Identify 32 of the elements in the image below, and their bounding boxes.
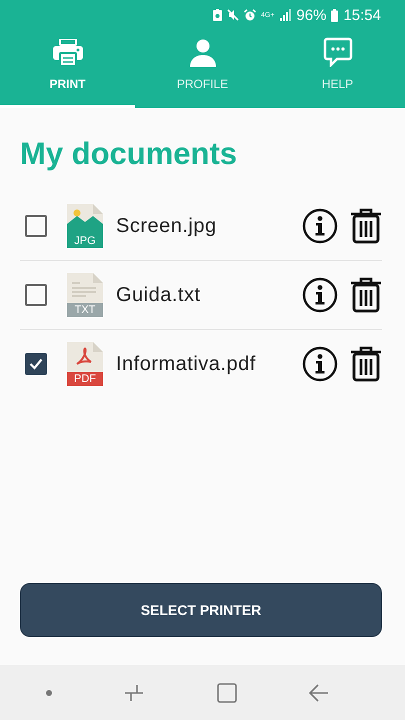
battery-icon xyxy=(331,8,338,22)
home-icon[interactable] xyxy=(216,682,237,702)
checkbox[interactable] xyxy=(25,284,47,306)
signal-icon xyxy=(279,9,292,21)
chat-icon xyxy=(322,37,352,67)
battery-saver-icon xyxy=(212,9,222,21)
back-icon[interactable] xyxy=(308,684,329,702)
battery-percent: 96% xyxy=(296,6,326,24)
page-title: My documents xyxy=(20,136,238,172)
tab[interactable]: HELP xyxy=(270,30,405,108)
tab[interactable]: PROFILE xyxy=(135,30,270,108)
file-name: Informativa.pdf xyxy=(116,352,257,376)
clock: 15:54 xyxy=(343,6,381,24)
tab[interactable]: PRINT xyxy=(0,30,135,108)
printer-icon xyxy=(52,39,82,67)
info-icon[interactable] xyxy=(302,346,338,382)
dot-icon[interactable] xyxy=(46,690,52,696)
file-name: Guida.txt xyxy=(116,284,202,306)
trash-icon[interactable] xyxy=(350,277,382,313)
alarm-icon xyxy=(244,9,256,21)
mute-icon xyxy=(226,9,239,21)
recent-apps-icon[interactable] xyxy=(124,684,144,702)
checkbox[interactable] xyxy=(25,353,47,375)
file-name: Screen.jpg xyxy=(116,214,218,238)
info-icon[interactable] xyxy=(302,277,338,313)
person-icon xyxy=(190,39,216,67)
checkbox[interactable] xyxy=(25,215,47,237)
checkmark-icon xyxy=(29,358,43,370)
trash-icon[interactable] xyxy=(350,208,382,244)
info-icon[interactable] xyxy=(302,208,338,244)
select-printer-button[interactable]: SELECT PRINTER xyxy=(20,583,382,637)
trash-icon[interactable] xyxy=(350,346,382,382)
